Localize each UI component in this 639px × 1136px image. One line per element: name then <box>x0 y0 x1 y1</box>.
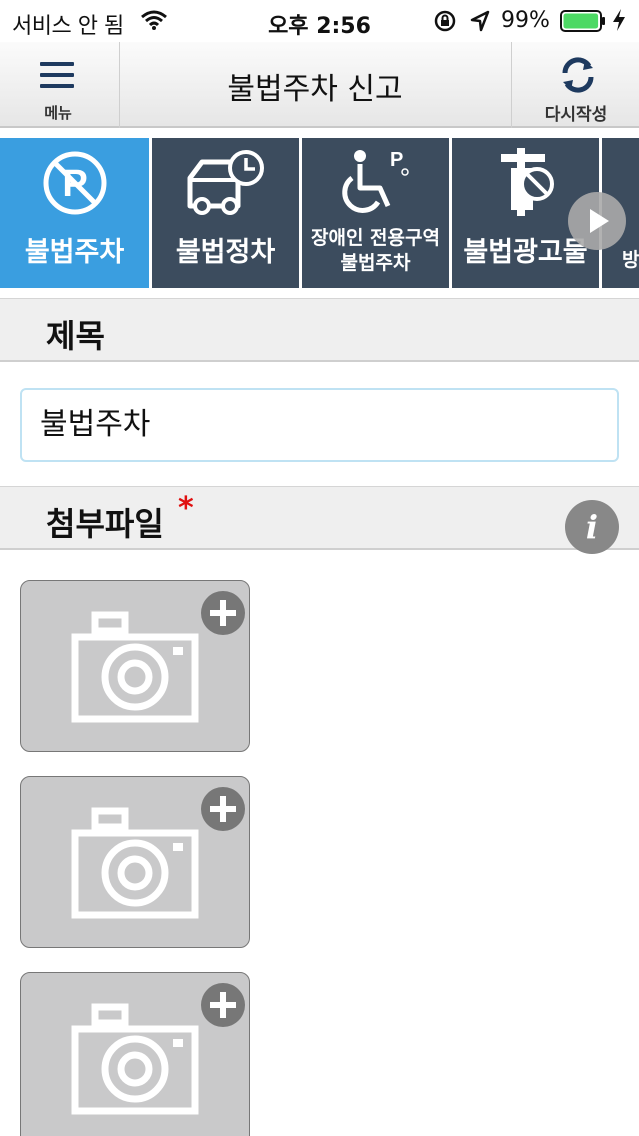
tab-label: 불법주차 <box>24 237 125 268</box>
no-parking-icon: P <box>43 151 106 215</box>
location-arrow-icon <box>470 10 490 32</box>
plus-icon <box>210 796 236 822</box>
category-tabs: P 불법주차 불법정차 P <box>0 138 639 288</box>
battery-icon <box>560 10 605 32</box>
rewrite-button[interactable]: 다시작성 <box>511 42 639 128</box>
rotation-lock-icon <box>434 10 456 32</box>
photo-slot-2[interactable] <box>20 776 250 948</box>
tab-label: 불법정차 <box>175 237 276 268</box>
refresh-icon <box>562 57 594 93</box>
tab-label-line2: 불법주차 <box>340 252 411 274</box>
play-arrow-icon <box>590 209 609 233</box>
add-photo-button[interactable] <box>201 591 245 635</box>
camera-icon <box>71 807 199 919</box>
tab-disabled-zone-parking[interactable]: P 장애인 전용구역 불법주차 <box>302 138 449 288</box>
status-bar: 서비스 안 됨 오후 2:56 99% <box>0 0 639 42</box>
add-photo-button[interactable] <box>201 787 245 831</box>
wheelchair-parking-icon: P <box>341 149 409 213</box>
add-photo-button[interactable] <box>201 983 245 1027</box>
attachments-section-header: 첨부파일 * i <box>0 486 639 554</box>
info-icon[interactable]: i <box>565 500 619 554</box>
tab-label: 방 <box>622 249 639 271</box>
tab-label-line1: 장애인 전용구역 <box>311 227 440 249</box>
tab-illegal-parking[interactable]: P 불법주차 <box>0 138 149 288</box>
tab-illegal-stopping[interactable]: 불법정차 <box>152 138 299 288</box>
tab-label-group: 장애인 전용구역 불법주차 <box>302 226 449 276</box>
menu-button[interactable]: 메뉴 <box>0 42 120 128</box>
svg-text:P: P <box>390 149 403 171</box>
photo-slot-1[interactable] <box>20 580 250 752</box>
battery-percent: 99% <box>501 8 550 33</box>
navigation-bar: 메뉴 불법주차 신고 다시작성 <box>0 42 639 128</box>
page-title: 불법주차 신고 <box>227 72 403 107</box>
camera-icon <box>71 611 199 723</box>
illegal-ad-icon <box>500 148 554 216</box>
hamburger-menu-icon <box>40 62 74 92</box>
rewrite-label: 다시작성 <box>544 105 608 125</box>
plus-icon <box>210 600 236 626</box>
attachments-heading: 첨부파일 <box>46 505 164 543</box>
subject-heading: 제목 <box>46 317 105 355</box>
subject-section-header: 제목 <box>0 298 639 362</box>
next-category-button[interactable] <box>568 192 626 250</box>
required-mark: * <box>178 491 194 526</box>
subject-input[interactable]: 불법주차 <box>20 388 619 462</box>
photo-slot-3[interactable] <box>20 972 250 1136</box>
charging-bolt-icon <box>613 9 625 31</box>
truck-clock-icon <box>187 150 264 215</box>
menu-label: 메뉴 <box>44 104 72 122</box>
camera-icon <box>71 1003 199 1115</box>
plus-icon <box>210 992 236 1018</box>
